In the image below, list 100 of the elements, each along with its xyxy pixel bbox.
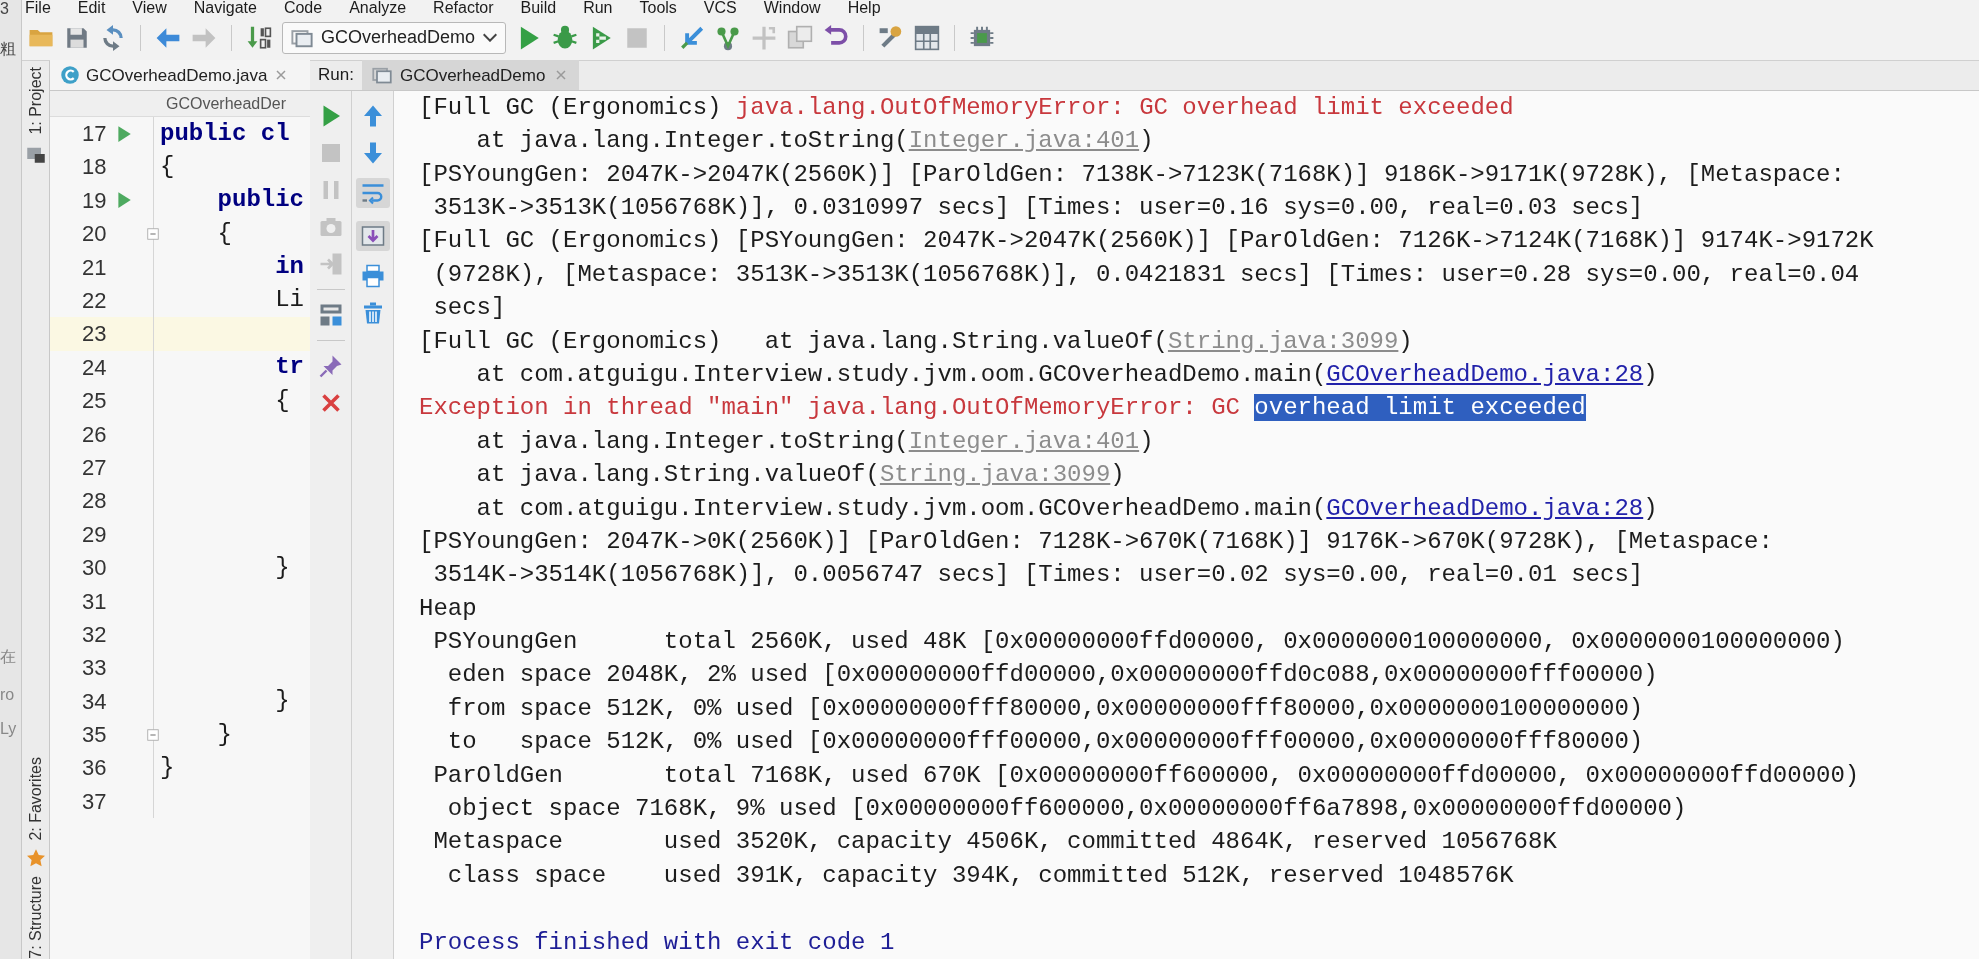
console-line: class space used 391K, capacity 394K, committed 512K, reserved 1048576K [446, 860, 1515, 891]
line-number: 27 [82, 453, 108, 482]
run-gutter-icon[interactable] [115, 191, 133, 210]
build-icon[interactable] [246, 24, 272, 51]
console-line: [Full GC (Ergonomics) [PSYoungGen: 2047K->2047K(2560K)] [ParOldGen: 7126K->7124K(7168K)] 9174K->9172K [419, 226, 1875, 257]
console-line: ParOldGen total 7168K, used 670K [0x00000000ff600000, 0x00000000ffd00000, 0x00000000ffd00000) [432, 760, 1861, 791]
grid-icon[interactable] [914, 24, 941, 51]
line-number: 23 [82, 320, 108, 349]
line-number: 30 [82, 554, 108, 583]
console-line: object space 7168K, 9% used [0x00000000ff600000,0x00000000ff6a7898,0x00000000ffd00000) [446, 794, 1688, 825]
pin-icon[interactable] [318, 353, 343, 378]
caret-icon [483, 33, 498, 43]
window-icon [371, 65, 392, 86]
console-line: Heap [419, 593, 478, 624]
code-line: { [160, 151, 175, 182]
console-line: [Full GC (Ergonomics) java.lang.OutOfMemoryError: GC overhead limit exceeded [419, 92, 1515, 123]
code-line: public [216, 185, 305, 216]
run-gutter-icon[interactable] [115, 124, 133, 143]
menu-item[interactable]: Edit [77, 0, 106, 16]
breadcrumb[interactable]: GCOverheadDer [50, 90, 310, 117]
menu-item[interactable]: File [25, 0, 51, 16]
exit-icon[interactable] [318, 251, 343, 276]
background-text: 粗 [0, 40, 17, 58]
run-configuration-dropdown[interactable]: GCOverheadDemo [282, 21, 507, 54]
debug-icon[interactable] [552, 24, 579, 51]
background-text: ro [0, 686, 16, 704]
menu-item[interactable]: Code [283, 0, 323, 16]
line-number: 19 [82, 186, 108, 215]
line-number: 25 [82, 387, 108, 416]
console-line: at java.lang.String.valueOf(String.java:3099) [475, 460, 1126, 491]
menu-item[interactable]: Analyze [349, 0, 407, 16]
menu-item[interactable]: Tools [639, 0, 677, 16]
soft-wrap-toggle[interactable] [355, 177, 390, 208]
menu-item[interactable]: Run [583, 0, 613, 16]
print-icon[interactable] [360, 263, 385, 288]
console-line: at com.atguigu.Interview.study.jvm.oom.GCOverheadDemo.main(GCOverheadDemo.java:28) [475, 359, 1659, 390]
menu-item[interactable]: Navigate [193, 0, 257, 16]
fold-icon[interactable] [146, 226, 160, 241]
line-number: 21 [82, 253, 108, 282]
console-line: at java.lang.Integer.toString(Integer.java:401) [475, 126, 1155, 157]
code-line: { [216, 218, 232, 249]
console-line: from space 512K, 0% used [0x00000000fff80000,0x00000000fff80000,0x0000000100000000) [446, 693, 1645, 724]
line-number: 22 [82, 287, 108, 315]
console-line: Metaspace used 3520K, capacity 4506K, committed 4864K, reserved 1056768K [432, 827, 1558, 858]
line-number: 20 [82, 220, 108, 249]
tool-window-tab[interactable]: 7: Structure [23, 876, 48, 959]
branch-icon[interactable] [715, 24, 742, 51]
menu-item[interactable]: View [132, 0, 167, 16]
layout-icon[interactable] [318, 302, 343, 327]
code-line: public cl [160, 118, 290, 149]
console-line: (9728K), [Metaspace: 3513K->3513K(1056768K)], 0.0421831 secs] [Times: user=0.28 sys=0.00, real=0.04 [432, 259, 1861, 290]
line-number: 26 [82, 420, 108, 449]
menu-item[interactable]: Build [520, 0, 557, 16]
code-line: { [274, 385, 290, 416]
console-line: at com.atguigu.Interview.study.jvm.oom.GCOverheadDemo.main(GCOverheadDemo.java:28) [475, 493, 1659, 524]
update-arrow-icon[interactable] [679, 24, 706, 51]
console-line: [Full GC (Ergonomics) at java.lang.String.valueOf(String.java:3099) [419, 326, 1414, 357]
line-number: 24 [82, 353, 108, 382]
windows-icon[interactable] [787, 24, 814, 51]
tool-window-tab[interactable]: 2: Favorites [23, 756, 48, 841]
background-text: 3 [0, 0, 10, 18]
line-number: 33 [82, 654, 108, 683]
console-line: at java.lang.Integer.toString(Integer.java:401) [475, 426, 1155, 457]
line-number: 29 [82, 520, 108, 549]
console-line: to space 512K, 0% used [0x00000000fff00000,0x00000000fff00000,0x00000000fff80000) [446, 727, 1645, 758]
file-link[interactable]: GCOverheadDemo.java:28 [1326, 494, 1644, 522]
code-line: tr [274, 352, 305, 383]
console-line: [PSYoungGen: 2047K->2047K(2560K)] [ParOldGen: 7138K->7123K(7168K)] 9186K->9171K(9728K), [Metaspace: [419, 159, 1846, 190]
line-number: 35 [82, 721, 108, 750]
line-number: 31 [82, 587, 108, 616]
sync-icon[interactable] [100, 24, 126, 51]
selected-text: overhead limit exceeded [1254, 394, 1586, 422]
menu-item[interactable]: Window [763, 0, 821, 16]
line-number: 32 [82, 620, 108, 649]
background-text: Ly [0, 720, 18, 738]
console-line: eden space 2048K, 2% used [0x00000000ffd00000,0x00000000ffd0c088,0x00000000fff00000) [446, 660, 1659, 691]
console-line: PSYoungGen total 2560K, used 48K [0x00000000ffd00000, 0x0000000100000000, 0x0000000100000000) [432, 627, 1846, 658]
console-line: [PSYoungGen: 2047K->0K(2560K)] [ParOldGen: 7128K->670K(7168K)] 9176K->670K(9728K), [Metaspace: [419, 526, 1774, 557]
console-line: Process finished with exit code 1 [419, 927, 896, 958]
code-line: } [274, 552, 290, 583]
scroll-to-end-toggle[interactable] [355, 220, 390, 251]
run-tab[interactable]: GCOverheadDemo [361, 60, 580, 91]
line-number: 28 [82, 487, 108, 516]
menu-item[interactable]: VCS [703, 0, 737, 16]
line-number: 34 [82, 687, 108, 716]
menu-item[interactable]: Help [847, 0, 881, 16]
line-number: 17 [82, 120, 108, 149]
code-line: } [216, 719, 232, 750]
code-line: } [274, 686, 290, 717]
arrows-icon[interactable] [751, 24, 778, 51]
line-number: 37 [82, 787, 108, 816]
class-icon [60, 65, 80, 86]
line-number: 36 [82, 754, 108, 783]
code-line: } [160, 752, 175, 783]
tool-window-tab[interactable]: 1: Project [23, 66, 48, 135]
star-icon[interactable] [25, 848, 46, 869]
file-link[interactable]: GCOverheadDemo.java:28 [1326, 360, 1644, 388]
menu-item[interactable]: Refactor [433, 0, 494, 16]
editor-tab[interactable]: GCOverheadDemo.java [50, 60, 310, 91]
fold-icon[interactable] [146, 727, 160, 742]
